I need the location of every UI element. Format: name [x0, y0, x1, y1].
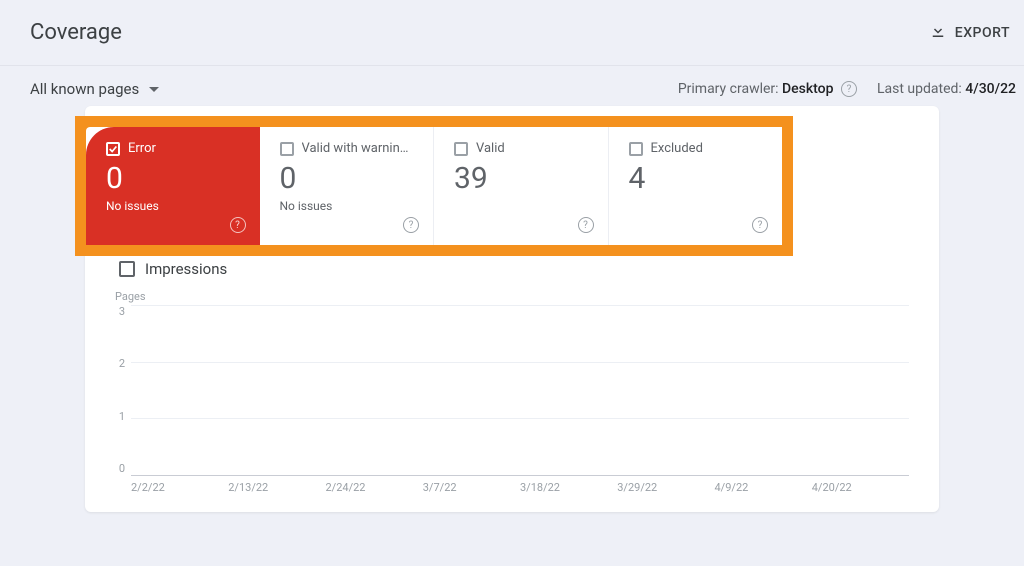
checkbox-icon	[454, 142, 468, 156]
help-icon[interactable]: ?	[230, 217, 246, 233]
xtick: 2/2/22	[131, 481, 228, 494]
card-valid-warnings[interactable]: Valid with warnin… 0 No issues ?	[260, 127, 435, 245]
filter-dropdown[interactable]: All known pages	[30, 80, 159, 98]
x-axis: 2/2/22 2/13/22 2/24/22 3/7/22 3/18/22 3/…	[131, 475, 909, 494]
filter-label: All known pages	[30, 80, 139, 98]
card-value: 4	[629, 162, 767, 195]
updated-value: 4/30/22	[965, 81, 1016, 97]
export-label: EXPORT	[955, 25, 1010, 41]
status-cards: Error 0 No issues ? Valid with warnin… 0…	[86, 127, 782, 245]
checkbox-icon	[119, 261, 135, 277]
card-value: 39	[454, 162, 592, 195]
ytick: 0	[119, 462, 125, 475]
card-excluded[interactable]: Excluded 4 ?	[609, 127, 783, 245]
help-icon[interactable]: ?	[752, 217, 768, 233]
impressions-label: Impressions	[145, 260, 227, 278]
page-title: Coverage	[30, 20, 122, 45]
card-label-row: Valid with warnin…	[280, 141, 418, 156]
xtick: 2/13/22	[228, 481, 325, 494]
checkbox-icon	[629, 142, 643, 156]
y-axis: 3 2 1 0	[115, 305, 131, 475]
primary-crawler: Primary crawler: Desktop ?	[678, 81, 857, 97]
checkbox-icon	[280, 142, 294, 156]
help-icon[interactable]: ?	[841, 81, 857, 97]
chevron-down-icon	[149, 87, 159, 92]
card-error[interactable]: Error 0 No issues ?	[86, 127, 260, 245]
card-label-row: Excluded	[629, 141, 767, 156]
xtick: 4/9/22	[715, 481, 812, 494]
card-label: Excluded	[651, 141, 703, 156]
status-cards-highlight: Error 0 No issues ? Valid with warnin… 0…	[75, 116, 793, 256]
card-label-row: Error	[106, 141, 244, 156]
plot-area	[131, 305, 909, 475]
impressions-toggle[interactable]: Impressions	[85, 256, 939, 286]
crawler-label: Primary crawler:	[678, 81, 782, 97]
help-icon[interactable]: ?	[578, 217, 594, 233]
ytick: 3	[119, 305, 125, 318]
updated-label: Last updated:	[877, 81, 965, 97]
card-valid[interactable]: Valid 39 ?	[434, 127, 609, 245]
export-button[interactable]: EXPORT	[929, 22, 1010, 44]
help-icon[interactable]: ?	[403, 217, 419, 233]
ytick: 1	[119, 410, 125, 423]
xtick: 4/20/22	[812, 481, 909, 494]
card-sub: No issues	[106, 199, 244, 213]
card-value: 0	[106, 162, 244, 195]
card-label: Error	[128, 141, 156, 156]
xtick: 3/29/22	[617, 481, 714, 494]
card-label: Valid with warnin…	[302, 141, 409, 156]
page-header: Coverage EXPORT	[0, 0, 1024, 66]
download-icon	[929, 22, 947, 44]
card-label-row: Valid	[454, 141, 592, 156]
card-label: Valid	[476, 141, 505, 156]
subheader-meta: Primary crawler: Desktop ? Last updated:…	[678, 81, 1016, 97]
xtick: 2/24/22	[326, 481, 423, 494]
xtick: 3/7/22	[423, 481, 520, 494]
ytick: 2	[119, 357, 125, 370]
chart-plot: 3 2 1 0	[115, 305, 909, 475]
checkbox-icon	[106, 142, 120, 156]
card-value: 0	[280, 162, 418, 195]
last-updated: Last updated: 4/30/22	[877, 81, 1016, 97]
main-panel-wrap: Error 0 No issues ? Valid with warnin… 0…	[0, 116, 1024, 512]
crawler-value: Desktop	[782, 81, 833, 97]
chart-area: Pages 3 2 1 0 2/2/22 2/13/22 2/24/2	[85, 286, 939, 512]
card-sub: No issues	[280, 199, 418, 213]
xtick: 3/18/22	[520, 481, 617, 494]
chart-ylabel: Pages	[115, 290, 909, 303]
